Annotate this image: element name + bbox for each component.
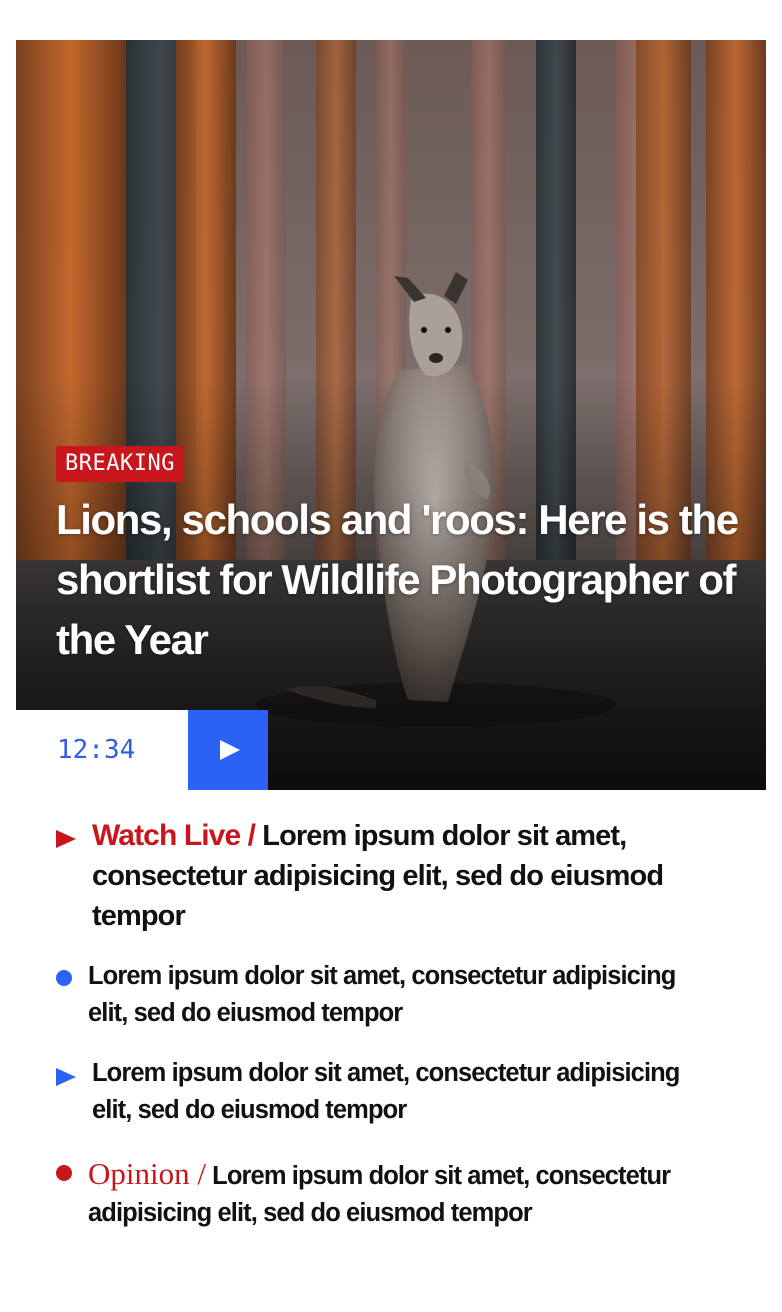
play-icon <box>220 740 240 760</box>
list-item-text: Watch Live / Lorem ipsum dolor sit amet,… <box>92 816 732 936</box>
list-item-opinion[interactable]: Opinion / Lorem ipsum dolor sit amet, co… <box>56 1155 736 1267</box>
blue-dot-icon <box>56 970 72 986</box>
blue-triangle-icon <box>56 1068 76 1086</box>
red-dot-icon <box>56 1165 72 1181</box>
list-item[interactable]: Lorem ipsum dolor sit amet, consectetur … <box>56 958 736 1034</box>
list-item-body: Lorem ipsum dolor sit amet, consectetur … <box>88 962 676 1027</box>
hero-card[interactable]: BREAKING Lions, schools and 'roos: Here … <box>16 40 766 790</box>
list-item-video[interactable]: Lorem ipsum dolor sit amet, consectetur … <box>56 1055 736 1131</box>
list-item-watch-live[interactable]: Watch Live / Lorem ipsum dolor sit amet,… <box>56 816 736 936</box>
timestamp-box: 12:34 <box>16 710 188 790</box>
play-button[interactable] <box>188 710 268 790</box>
opinion-kicker[interactable]: Opinion / <box>88 1156 206 1191</box>
breaking-badge: BREAKING <box>56 446 184 482</box>
hero-headline[interactable]: Lions, schools and 'roos: Here is the sh… <box>56 490 746 670</box>
play-triangle-icon <box>56 830 76 848</box>
list-item-text: Opinion / Lorem ipsum dolor sit amet, co… <box>88 1155 698 1232</box>
list-item-body: Lorem ipsum dolor sit amet, consectetur … <box>92 1059 680 1124</box>
hero-image <box>16 40 766 790</box>
watch-live-kicker[interactable]: Watch Live / <box>92 819 256 852</box>
timestamp: 12:34 <box>57 735 136 765</box>
